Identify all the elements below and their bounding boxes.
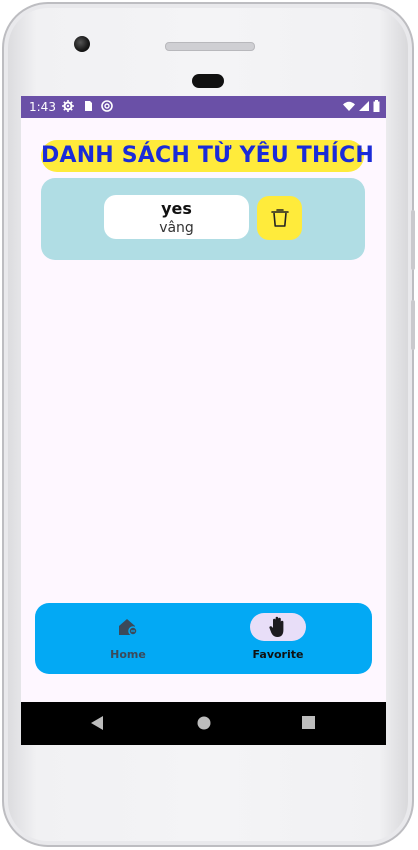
system-navigation-bar [21, 702, 386, 745]
front-camera [74, 36, 90, 52]
data-saver-icon [101, 100, 113, 112]
word-entry[interactable]: yes vâng [104, 195, 249, 239]
battery-icon [373, 100, 380, 112]
trash-icon [270, 209, 289, 227]
delete-button[interactable] [257, 196, 302, 240]
back-icon[interactable] [91, 716, 105, 730]
status-right-icons [343, 100, 380, 112]
proximity-sensor [192, 74, 224, 88]
favorite-word-card: yes vâng [41, 178, 365, 260]
bottom-navigation: Home Favorite [35, 603, 372, 674]
recents-icon[interactable] [302, 716, 315, 729]
nav-favorite[interactable]: Favorite [218, 613, 338, 665]
wifi-icon [343, 101, 355, 111]
nav-home-label: Home [110, 648, 146, 661]
home-icon [119, 619, 138, 636]
nav-favorite-label: Favorite [252, 648, 304, 661]
volume-button [411, 210, 415, 270]
earpiece-speaker [165, 42, 255, 51]
word-meaning: vâng [159, 220, 194, 236]
page-title: DANH SÁCH TỪ YÊU THÍCH [41, 140, 374, 172]
settings-icon [62, 100, 74, 112]
app-screen: 1:43 DANH SÁCH TỪ YÊU THÍCH yes vâng Hom… [21, 96, 386, 745]
nav-home-icon-wrap [100, 613, 156, 641]
word-text: yes [161, 199, 192, 218]
hand-icon [269, 616, 284, 637]
status-bar: 1:43 [21, 96, 386, 118]
power-button [411, 300, 415, 350]
nav-favorite-icon-wrap [250, 613, 306, 641]
sd-card-icon [85, 101, 92, 111]
nav-home[interactable]: Home [68, 613, 188, 665]
home-button-icon[interactable] [197, 716, 211, 730]
status-time: 1:43 [29, 100, 56, 114]
signal-icon [359, 101, 369, 111]
